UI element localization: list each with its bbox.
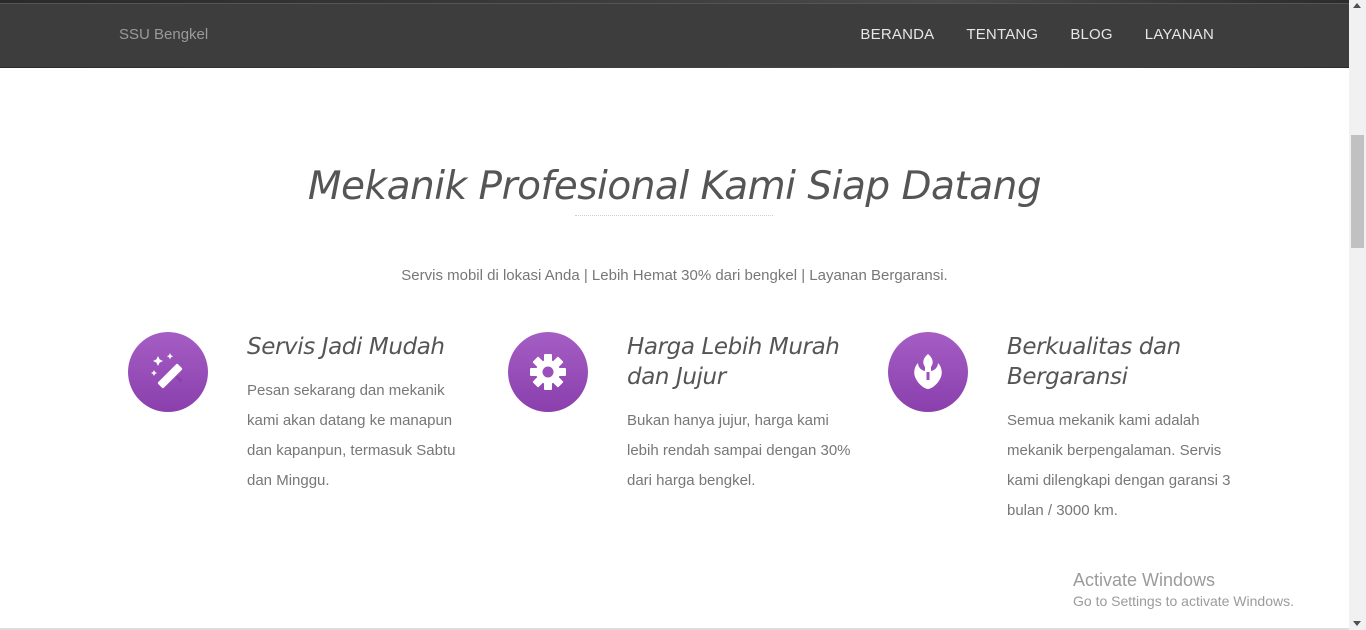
feature-title: Berkualitas dan Bergaransi <box>1007 334 1181 390</box>
scroll-thumb[interactable] <box>1351 135 1364 248</box>
magic-wand-icon <box>128 332 208 412</box>
section-subtitle: Servis mobil di lokasi Anda | Lebih Hema… <box>401 267 948 284</box>
nav-item-beranda[interactable]: BERANDA <box>860 26 934 43</box>
scroll-up-arrow-icon[interactable] <box>1353 3 1361 8</box>
gear-icon <box>508 332 588 412</box>
brand-link[interactable]: SSU Bengkel <box>119 26 208 43</box>
watermark-subtitle: Go to Settings to activate Windows. <box>1073 593 1294 609</box>
watermark-title: Activate Windows <box>1073 570 1216 590</box>
feature-title: Servis Jadi Mudah <box>247 334 445 360</box>
nav-item-blog[interactable]: BLOG <box>1070 26 1112 43</box>
vertical-scrollbar[interactable] <box>1349 0 1366 630</box>
section-title: Mekanik Profesional Kami Siap Datang <box>307 164 1042 210</box>
feature-text: Servis Jadi Mudah Pesan sekarang dan mek… <box>247 332 477 496</box>
feature-description: Bukan hanya jujur, harga kami lebih rend… <box>627 412 851 489</box>
feature-title: Harga Lebih Murah dan Jujur <box>627 334 840 390</box>
feature-text: Berkualitas dan Bergaransi Semua mekanik… <box>1007 332 1237 526</box>
title-divider <box>575 215 773 216</box>
navbar: SSU Bengkel BERANDA TENTANG BLOG LAYANAN <box>0 3 1349 67</box>
feature-description: Pesan sekarang dan mekanik kami akan dat… <box>247 382 456 489</box>
scroll-down-arrow-icon[interactable] <box>1353 621 1361 626</box>
nav-item-tentang[interactable]: TENTANG <box>966 26 1038 43</box>
feature-text: Harga Lebih Murah dan Jujur Bukan hanya … <box>627 332 857 496</box>
feature-description: Semua mekanik kami adalah mekanik berpen… <box>1007 412 1231 519</box>
nav-item-layanan[interactable]: LAYANAN <box>1145 26 1214 43</box>
windows-activation-watermark: Activate Windows Go to Settings to activ… <box>1073 570 1294 609</box>
rebel-alliance-icon <box>888 332 968 412</box>
nav-menu: BERANDA TENTANG BLOG LAYANAN <box>860 26 1214 43</box>
